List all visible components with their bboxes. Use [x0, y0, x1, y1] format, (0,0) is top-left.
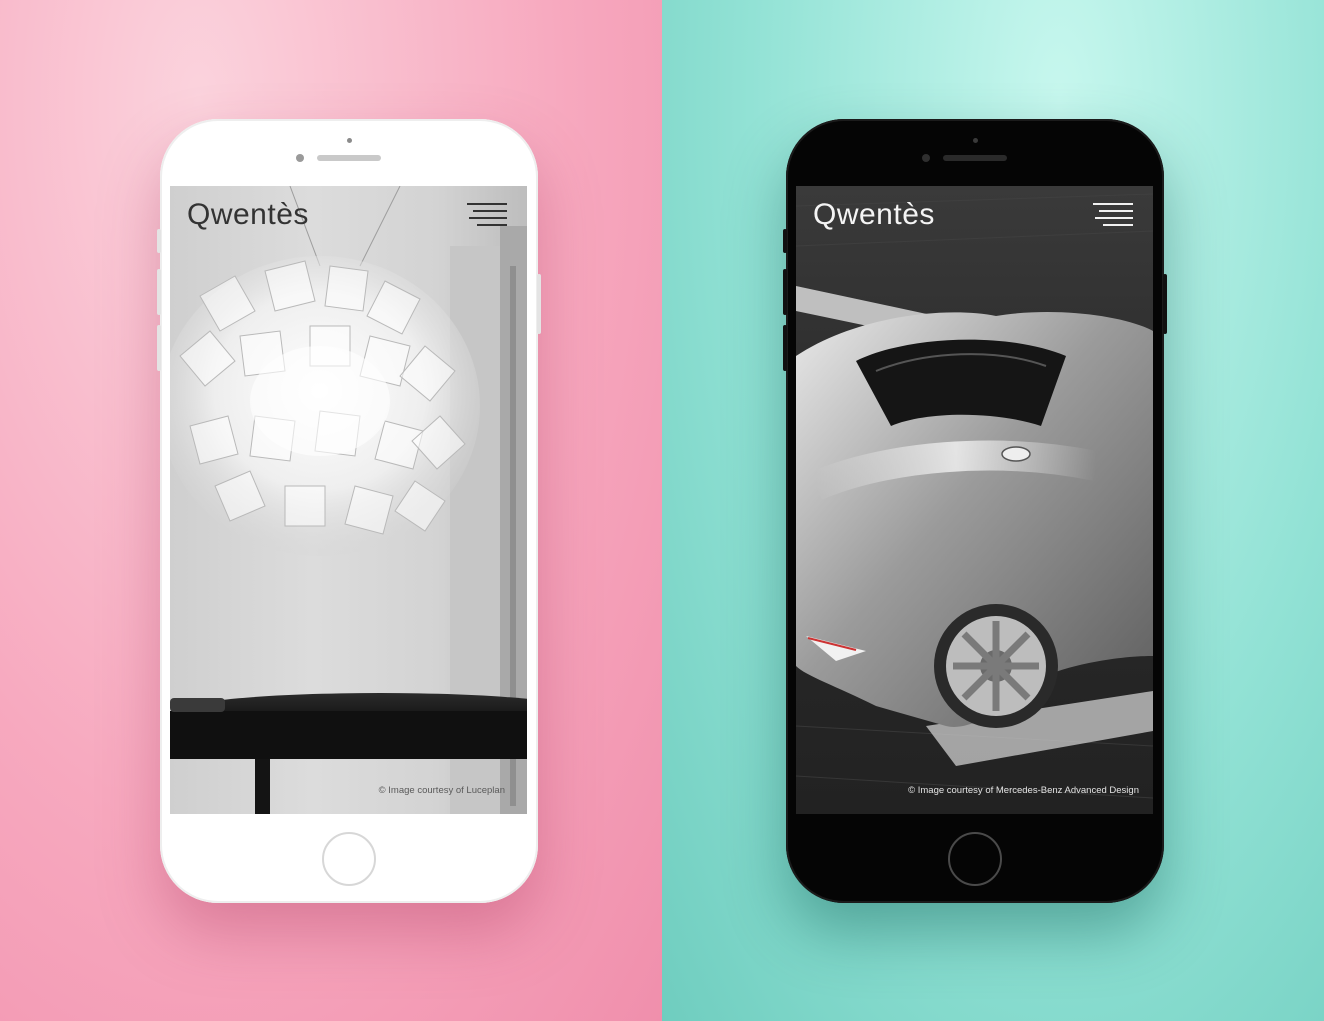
volume-up-button [157, 269, 161, 315]
image-credit: © Image courtesy of Mercedes-Benz Advanc… [908, 785, 1139, 796]
brand-logo[interactable]: Qwentès [813, 198, 935, 232]
power-button [1163, 274, 1167, 334]
chandelier-photo [170, 186, 527, 814]
front-camera-dot [347, 138, 352, 143]
home-button [948, 832, 1002, 886]
earpiece-speaker [943, 155, 1007, 161]
hamburger-menu-icon[interactable] [1093, 203, 1133, 231]
sensor-dot [922, 154, 930, 162]
black-phone-mockup: Qwentès © Image courtesy of Mercedes-Ben… [783, 119, 1167, 903]
front-camera-dot [973, 138, 978, 143]
mute-switch [157, 229, 161, 253]
image-credit: © Image courtesy of Luceplan [378, 785, 505, 796]
earpiece-speaker [317, 155, 381, 161]
brand-logo[interactable]: Qwentès [187, 198, 309, 232]
volume-down-button [157, 325, 161, 371]
power-button [537, 274, 541, 334]
sensor-dot [296, 154, 304, 162]
phone-screen: Qwentès © Image courtesy of Luceplan [170, 186, 527, 814]
white-phone-mockup: Qwentès © Image courtesy of Luceplan [157, 119, 541, 903]
phone-screen: Qwentès © Image courtesy of Mercedes-Ben… [796, 186, 1153, 814]
sports-car-photo [796, 193, 1153, 799]
home-button [322, 832, 376, 886]
hamburger-menu-icon[interactable] [467, 203, 507, 231]
volume-down-button [783, 325, 787, 371]
volume-up-button [783, 269, 787, 315]
mute-switch [783, 229, 787, 253]
